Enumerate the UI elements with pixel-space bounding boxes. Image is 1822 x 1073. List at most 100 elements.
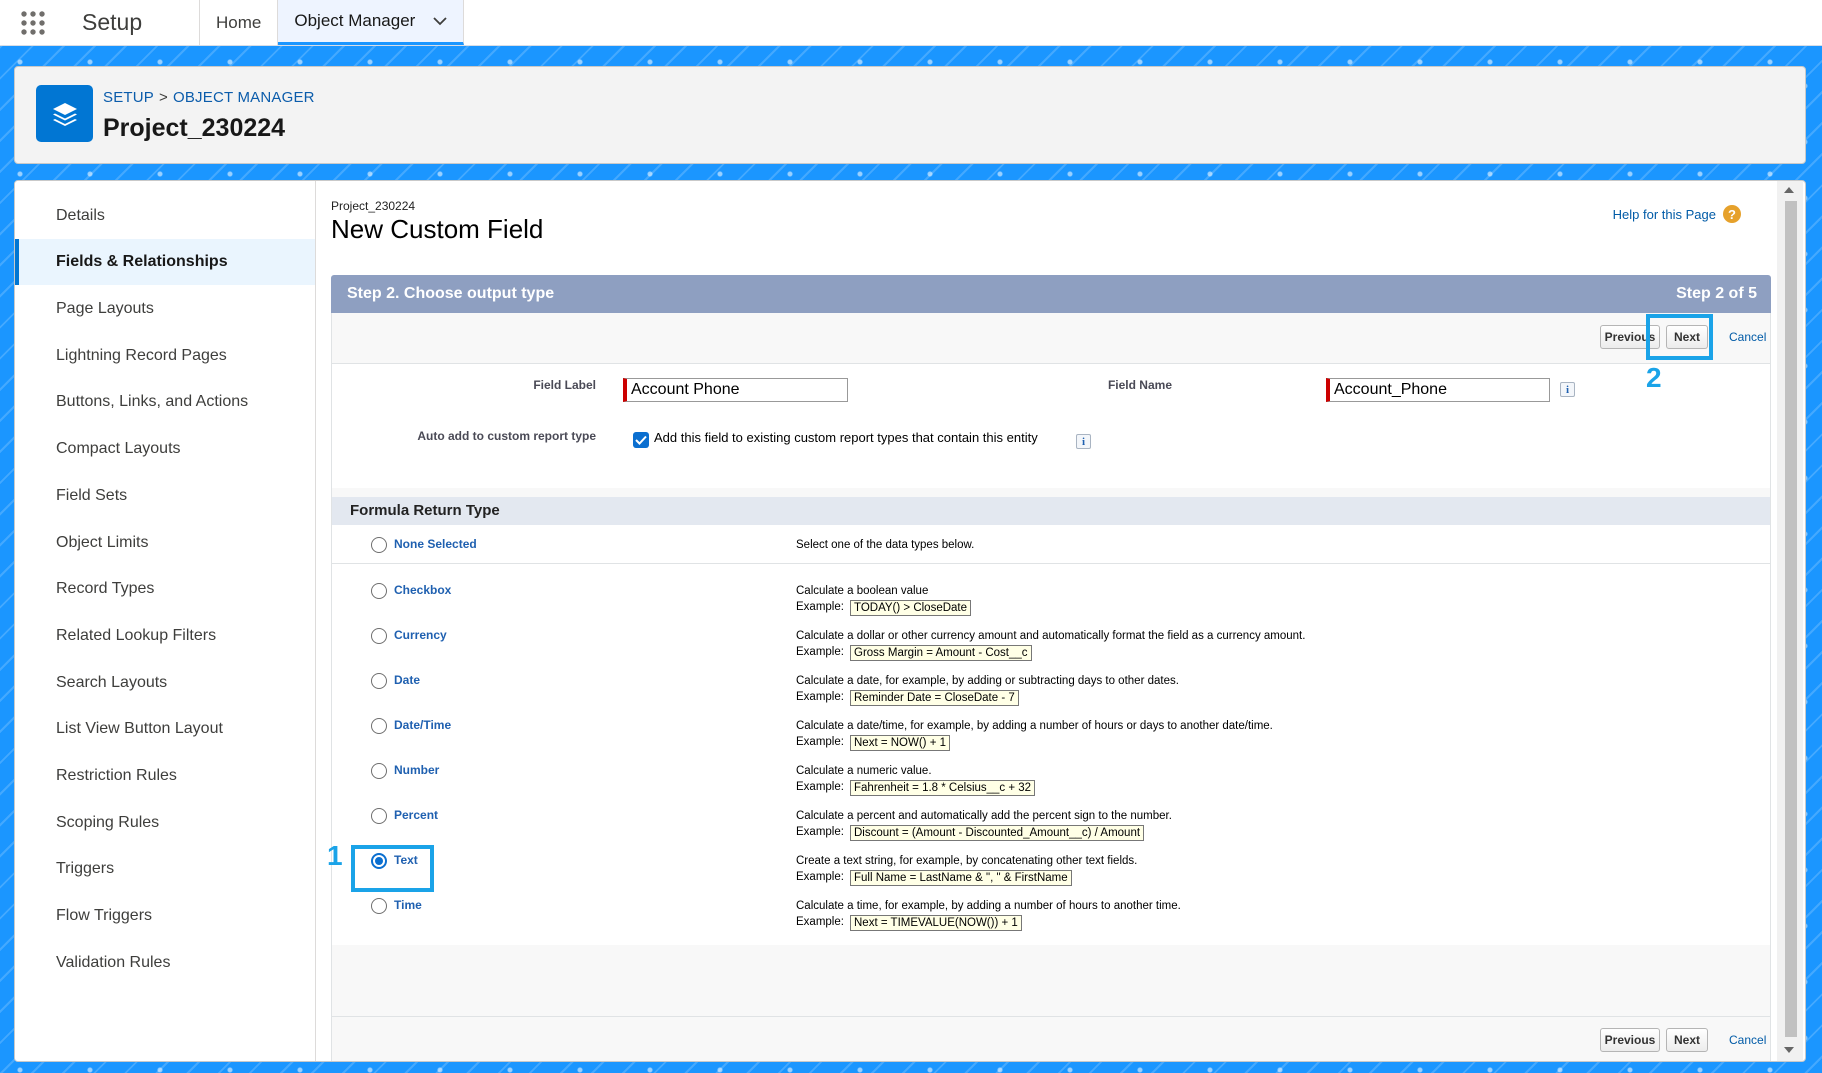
type-name-date[interactable]: Date — [394, 673, 420, 687]
example-label: Example: — [796, 871, 844, 883]
example-currency: Gross Margin = Amount - Cost__c — [850, 645, 1032, 661]
sidebar-item-page-layouts[interactable]: Page Layouts — [15, 286, 315, 332]
example-date-time: Next = NOW() + 1 — [850, 735, 951, 751]
type-name-date-time[interactable]: Date/Time — [394, 718, 451, 732]
type-desc-text: Create a text string, for example, by co… — [796, 855, 1138, 867]
example-label: Example: — [796, 781, 844, 793]
sidebar-item-compact-layouts[interactable]: Compact Layouts — [15, 426, 315, 472]
breadcrumb-separator: > — [159, 89, 168, 106]
scroll-down-arrow-icon[interactable] — [1784, 1047, 1794, 1053]
annotation-box-text-radio — [351, 845, 434, 892]
radio-time[interactable] — [371, 898, 387, 914]
button-row-top: Previous Next Cancel — [332, 313, 1770, 364]
tab-object-manager[interactable]: Object Manager — [278, 0, 465, 45]
options-divider — [332, 563, 1770, 564]
section-title: Formula Return Type — [350, 502, 500, 519]
chevron-down-icon[interactable] — [433, 16, 447, 26]
annotation-number-2: 2 — [1646, 362, 1662, 393]
field-name-input[interactable] — [1326, 378, 1550, 402]
example-label: Example: — [796, 601, 844, 613]
content-title: New Custom Field — [331, 214, 544, 244]
sidebar-item-scoping-rules[interactable]: Scoping Rules — [15, 800, 315, 846]
button-row-bottom: Previous Next Cancel — [332, 1016, 1770, 1061]
sidebar-item-restriction-rules[interactable]: Restriction Rules — [15, 753, 315, 799]
global-nav: Setup Home Object Manager — [0, 0, 1822, 46]
breadcrumb-setup[interactable]: SETUP — [103, 89, 154, 106]
tab-home[interactable]: Home — [200, 0, 279, 45]
type-desc-time: Calculate a time, for example, by adding… — [796, 900, 1181, 912]
breadcrumb-object-manager[interactable]: OBJECT MANAGER — [173, 89, 315, 106]
example-number: Fahrenheit = 1.8 * Celsius__c + 32 — [850, 780, 1036, 796]
tab-home-label: Home — [216, 12, 262, 32]
type-desc-checkbox: Calculate a boolean value — [796, 585, 929, 597]
sidebar-item-details[interactable]: Details — [15, 193, 315, 239]
formula-return-type-header: Formula Return Type — [332, 497, 1770, 525]
radio-date-time[interactable] — [371, 718, 387, 734]
annotation-number-1: 1 — [327, 840, 343, 871]
example-date: Reminder Date = CloseDate - 7 — [850, 690, 1019, 706]
type-name-number[interactable]: Number — [394, 763, 439, 777]
radio-date[interactable] — [371, 673, 387, 689]
type-desc-none-selected: Select one of the data types below. — [796, 539, 975, 551]
example-text: Full Name = LastName & ", " & FirstName — [850, 870, 1072, 886]
field-label-input[interactable] — [623, 378, 848, 402]
auto-add-label: Auto add to custom report type — [417, 429, 596, 443]
page-block: Previous Next Cancel Field Label Field N… — [331, 313, 1771, 1061]
cancel-link-top[interactable]: Cancel — [1729, 330, 1766, 344]
sidebar-item-field-sets[interactable]: Field Sets — [15, 473, 315, 519]
radio-currency[interactable] — [371, 628, 387, 644]
example-time: Next = TIMEVALUE(NOW()) + 1 — [850, 915, 1022, 931]
auto-add-checkbox[interactable] — [633, 432, 649, 448]
type-name-none-selected[interactable]: None Selected — [394, 537, 477, 551]
next-button-bottom[interactable]: Next — [1666, 1028, 1708, 1052]
previous-button-bottom[interactable]: Previous — [1600, 1028, 1660, 1052]
example-checkbox: TODAY() > CloseDate — [850, 600, 972, 616]
sidebar-item-flow-triggers[interactable]: Flow Triggers — [15, 893, 315, 939]
app-name: Setup — [66, 0, 200, 45]
checkmark-icon — [635, 435, 647, 445]
type-name-currency[interactable]: Currency — [394, 628, 447, 642]
object-manager-icon — [36, 85, 93, 142]
app-launcher-button[interactable] — [0, 0, 66, 45]
type-name-time[interactable]: Time — [394, 898, 422, 912]
waffle-icon — [21, 10, 45, 35]
scroll-up-arrow-icon[interactable] — [1784, 187, 1794, 193]
help-link-label: Help for this Page — [1612, 206, 1716, 222]
return-type-options: None Selected Select one of the data typ… — [332, 525, 1770, 945]
example-label: Example: — [796, 691, 844, 703]
sidebar-item-object-limits[interactable]: Object Limits — [15, 520, 315, 566]
main-panel: Details Fields & Relationships Page Layo… — [14, 180, 1806, 1062]
sidebar-item-fields-relationships[interactable]: Fields & Relationships — [15, 239, 315, 285]
type-name-percent[interactable]: Percent — [394, 808, 438, 822]
example-percent: Discount = (Amount - Discounted_Amount__… — [850, 825, 1145, 841]
radio-number[interactable] — [371, 763, 387, 779]
field-name-info-icon[interactable]: i — [1560, 382, 1575, 397]
cancel-link-bottom[interactable]: Cancel — [1729, 1033, 1766, 1047]
type-desc-currency: Calculate a dollar or other currency amo… — [796, 630, 1306, 642]
help-icon: ? — [1723, 205, 1741, 223]
object-name: Project_230224 — [331, 199, 416, 213]
sidebar-item-related-lookup-filters[interactable]: Related Lookup Filters — [15, 613, 315, 659]
sidebar-item-record-types[interactable]: Record Types — [15, 566, 315, 612]
sidebar-item-list-view-button-layout[interactable]: List View Button Layout — [15, 706, 315, 752]
sidebar-item-buttons-links-actions[interactable]: Buttons, Links, and Actions — [15, 379, 315, 425]
help-link[interactable]: Help for this Page ? — [1613, 205, 1741, 223]
radio-percent[interactable] — [371, 808, 387, 824]
sidebar-item-validation-rules[interactable]: Validation Rules — [15, 940, 315, 986]
field-name-label: Field Name — [1107, 378, 1172, 392]
vertical-scrollbar[interactable] — [1777, 181, 1803, 1061]
radio-none-selected[interactable] — [371, 537, 387, 553]
page-header: SETUP > OBJECT MANAGER Project_230224 — [14, 66, 1806, 164]
step-count: Step 2 of 5 — [1676, 285, 1757, 302]
auto-add-info-icon[interactable]: i — [1076, 434, 1091, 449]
example-label: Example: — [796, 646, 844, 658]
sidebar-item-lightning-record-pages[interactable]: Lightning Record Pages — [15, 333, 315, 379]
type-name-checkbox[interactable]: Checkbox — [394, 583, 451, 597]
radio-checkbox[interactable] — [371, 583, 387, 599]
sidebar-item-search-layouts[interactable]: Search Layouts — [15, 660, 315, 706]
type-desc-date: Calculate a date, for example, by adding… — [796, 675, 1179, 687]
scroll-thumb[interactable] — [1785, 201, 1797, 1037]
type-desc-number: Calculate a numeric value. — [796, 765, 932, 777]
sidebar-item-triggers[interactable]: Triggers — [15, 846, 315, 892]
example-label: Example: — [796, 826, 844, 838]
